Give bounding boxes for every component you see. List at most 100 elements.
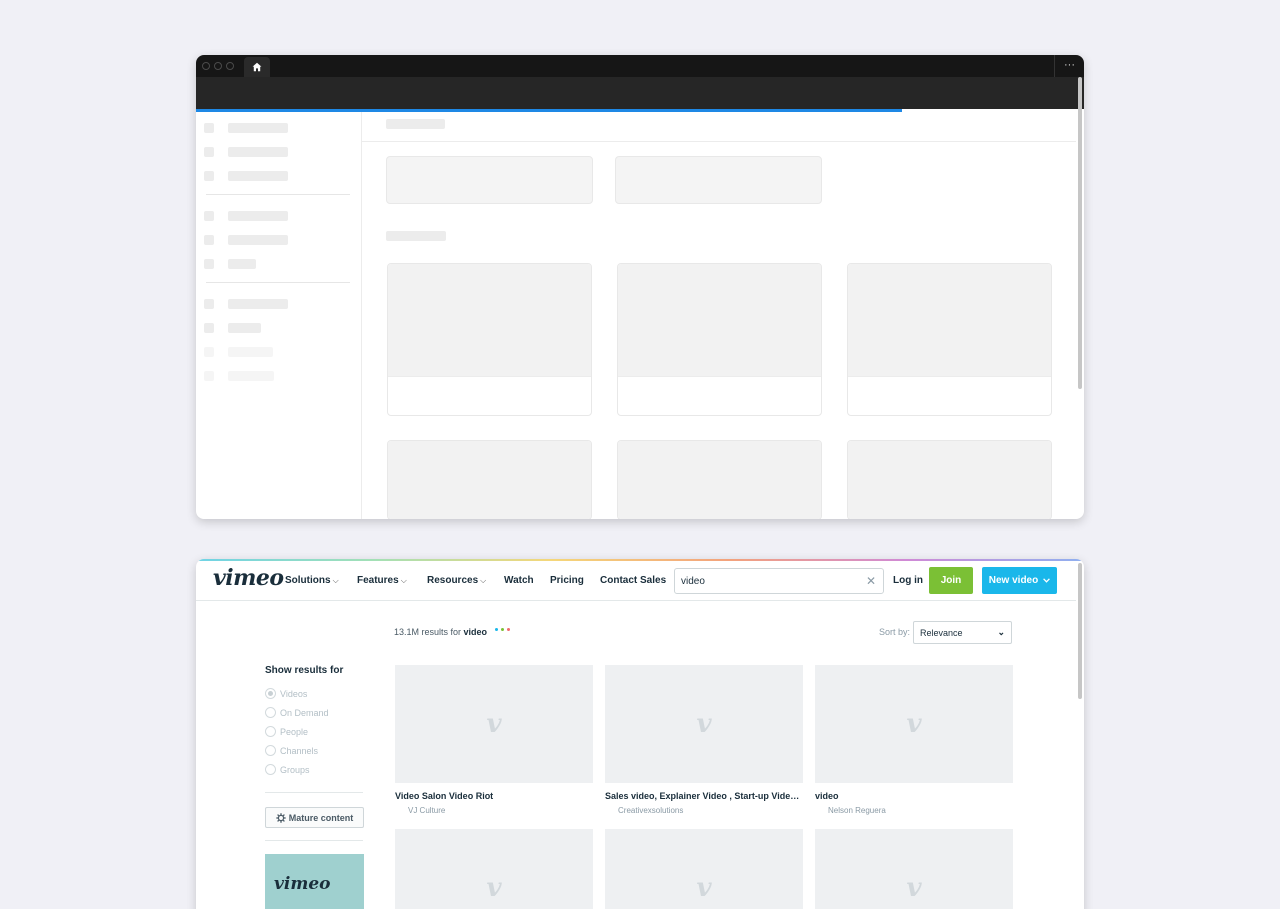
skeleton-sidebar-item [204, 347, 273, 357]
video-card[interactable]: v [815, 829, 1013, 909]
radio-button[interactable] [265, 707, 276, 718]
filter-option-groups[interactable]: Groups [265, 764, 310, 775]
filter-label: Videos [280, 688, 308, 699]
skeleton-sidebar-item [204, 235, 288, 245]
nav-features-label: Features [357, 575, 399, 586]
vimeo-logo[interactable]: vimeo [213, 565, 284, 591]
top-navigation: vimeo Solutions ⌵ Features ⌵ Resources ⌵ Wa… [196, 561, 1076, 601]
filter-label: Groups [280, 764, 310, 775]
filters-title: Show results for [265, 665, 344, 676]
video-thumbnail[interactable]: v [395, 665, 593, 783]
video-thumbnail[interactable]: v [815, 829, 1013, 909]
filter-option-videos[interactable]: Videos [265, 688, 307, 699]
sort-select[interactable]: Relevance ⌄ [913, 621, 1012, 644]
scrollbar[interactable] [1078, 563, 1082, 699]
skeleton-video-card [387, 263, 592, 416]
nav-features[interactable]: Features ⌵ [357, 575, 407, 586]
loading-dot [495, 628, 498, 631]
skeleton-section-heading [386, 231, 446, 241]
browser-toolbar [196, 77, 1084, 109]
filter-option-on-demand[interactable]: On Demand [265, 707, 329, 718]
nav-resources[interactable]: Resources ⌵ [427, 575, 486, 586]
nav-contact-sales[interactable]: Contact Sales [600, 575, 666, 586]
home-icon [252, 62, 262, 72]
video-author[interactable]: Creativexsolutions [618, 806, 803, 815]
browser-window-vimeo: vimeo Solutions ⌵ Features ⌵ Resources ⌵ Wa… [196, 559, 1084, 909]
filter-option-channels[interactable]: Channels [265, 745, 318, 756]
sort-value: Relevance [920, 628, 963, 638]
video-card[interactable]: v video Nelson Reguera [815, 665, 1013, 815]
vimeo-placeholder-icon: v [486, 709, 502, 739]
skeleton-sidebar-item [204, 323, 261, 333]
clear-search-icon[interactable]: ✕ [866, 574, 876, 588]
results-count-label: 13.1M results for [394, 627, 462, 637]
vimeo-placeholder-icon: v [486, 873, 502, 903]
new-video-label: New video [988, 575, 1039, 586]
skeleton-sidebar-item [204, 171, 288, 181]
browser-menu-button[interactable]: ··· [1054, 55, 1084, 77]
filter-option-people[interactable]: People [265, 726, 308, 737]
join-button[interactable]: Join [929, 567, 973, 594]
skeleton-sidebar-item [204, 211, 288, 221]
window-maximize-button[interactable] [226, 62, 234, 70]
vimeo-placeholder-icon: v [696, 873, 712, 903]
radio-button[interactable] [265, 688, 276, 699]
new-video-button[interactable]: New video [982, 567, 1057, 594]
skeleton-header-divider [362, 141, 1076, 142]
filter-label: People [280, 726, 309, 737]
video-title[interactable]: video [815, 791, 1013, 801]
skeleton-summary-card [615, 156, 822, 204]
mature-content-button[interactable]: Mature content [265, 807, 364, 828]
video-title[interactable]: Sales video, Explainer Video , Start-up … [605, 791, 803, 801]
search-input[interactable] [681, 574, 861, 589]
loading-indicator [495, 628, 510, 631]
skeleton-sidebar-item [204, 371, 274, 381]
search-box: ✕ [674, 568, 884, 594]
nav-solutions[interactable]: Solutions ⌵ [285, 575, 339, 586]
video-thumbnail[interactable]: v [605, 665, 803, 783]
vimeo-placeholder-icon: v [696, 709, 712, 739]
video-thumbnail[interactable]: v [395, 829, 593, 909]
loading-dot [507, 628, 510, 631]
scrollbar[interactable] [1078, 77, 1082, 389]
video-card[interactable]: v Sales video, Explainer Video , Start-u… [605, 665, 803, 815]
log-in-link[interactable]: Log in [893, 575, 923, 586]
skeleton-video-card [847, 440, 1052, 519]
filter-label: On Demand [280, 707, 329, 718]
chevron-down-icon: ⌄ [997, 627, 1005, 637]
browser-tab-bar: ··· [196, 55, 1084, 77]
video-card[interactable]: v [395, 829, 593, 909]
video-title[interactable]: Video Salon Video Riot [395, 791, 593, 801]
loading-dot [501, 628, 504, 631]
video-thumbnail[interactable]: v [815, 665, 1013, 783]
nav-watch[interactable]: Watch [504, 575, 534, 586]
mature-content-label: Mature content [288, 812, 354, 823]
filter-label: Channels [280, 745, 319, 756]
radio-button[interactable] [265, 726, 276, 737]
video-card[interactable]: v Video Salon Video Riot VJ Culture [395, 665, 593, 815]
skeleton-video-card [847, 263, 1052, 416]
promo-vimeo-logo: vimeo [274, 874, 331, 894]
radio-button[interactable] [265, 764, 276, 775]
nav-pricing[interactable]: Pricing [550, 575, 584, 586]
video-author[interactable]: VJ Culture [408, 806, 593, 815]
browser-tab-home[interactable] [244, 57, 270, 77]
video-author[interactable]: Nelson Reguera [828, 806, 1013, 815]
sidebar-divider [265, 840, 363, 841]
video-thumbnail[interactable]: v [605, 829, 803, 909]
window-close-button[interactable] [202, 62, 210, 70]
video-card[interactable]: v [605, 829, 803, 909]
nav-resources-label: Resources [427, 575, 479, 586]
skeleton-video-card [617, 440, 822, 519]
skeleton-heading [386, 119, 445, 129]
radio-button[interactable] [265, 745, 276, 756]
skeleton-sidebar [196, 112, 362, 519]
chevron-down-icon: ⌵ [332, 576, 339, 585]
sidebar-divider [265, 792, 363, 793]
nav-solutions-label: Solutions [285, 575, 331, 586]
skeleton-sidebar-item [204, 147, 288, 157]
window-minimize-button[interactable] [214, 62, 222, 70]
window-controls [202, 62, 234, 70]
promo-banner[interactable]: vimeo [265, 854, 364, 909]
skeleton-summary-card [386, 156, 593, 204]
